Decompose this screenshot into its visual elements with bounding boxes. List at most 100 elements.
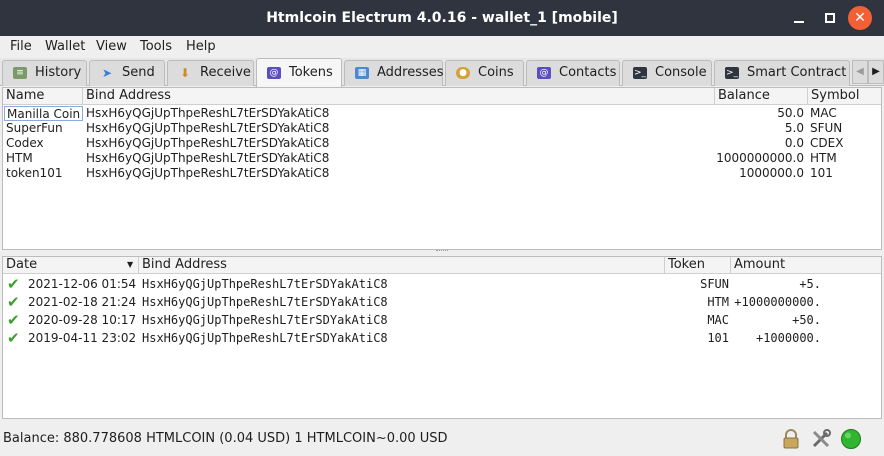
- tab-label: Receive: [200, 65, 251, 80]
- close-button[interactable]: ✕: [848, 6, 872, 30]
- history-bind-address: HsxH6yQGjUpThpeReshL7tErSDYakAtiC8: [142, 313, 388, 327]
- token-bind-address: HsxH6yQGjUpThpeReshL7tErSDYakAtiC8: [86, 166, 330, 180]
- tokens-icon: @: [267, 67, 281, 79]
- console-icon: >_: [633, 67, 647, 79]
- coins-icon: ●: [456, 67, 470, 79]
- token-name: Manilla Coin: [4, 106, 83, 121]
- confirmed-check-icon: ✔: [7, 293, 20, 311]
- history-amount: +1000000.: [755, 331, 821, 345]
- window-title: Htmlcoin Electrum 4.0.16 - wallet_1 [mob…: [266, 10, 618, 26]
- history-bind-address: HsxH6yQGjUpThpeReshL7tErSDYakAtiC8: [142, 277, 388, 291]
- addresses-icon: ▦: [355, 67, 369, 79]
- table-row[interactable]: HTM HsxH6yQGjUpThpeReshL7tErSDYakAtiC8 1…: [3, 151, 881, 166]
- column-header-symbol[interactable]: Symbol: [808, 88, 881, 105]
- table-row[interactable]: Codex HsxH6yQGjUpThpeReshL7tErSDYakAtiC8…: [3, 136, 881, 151]
- history-date: 2019-04-11 23:02: [28, 331, 137, 345]
- tab-console[interactable]: >_ Console: [622, 60, 712, 86]
- token-history-table: Date ▼ Bind Address Token Amount ✔ 2021-…: [2, 256, 882, 419]
- history-token: 101: [707, 331, 729, 345]
- tab-label: Tokens: [289, 65, 333, 80]
- token-balance: 1000000.0: [739, 166, 804, 180]
- tab-label: Smart Contract: [747, 65, 847, 80]
- maximize-icon: [825, 13, 835, 23]
- tab-contacts[interactable]: @ Contacts: [526, 60, 620, 86]
- history-table-header: Date ▼ Bind Address Token Amount: [3, 257, 881, 274]
- tab-scroll-left-button[interactable]: ◀: [852, 60, 868, 84]
- column-header-amount[interactable]: Amount: [731, 257, 881, 274]
- network-status-icon[interactable]: [840, 428, 862, 450]
- token-balance: 50.0: [777, 106, 804, 120]
- tab-label: Coins: [478, 65, 514, 80]
- token-name: Codex: [6, 136, 44, 150]
- menu-tools[interactable]: Tools: [140, 39, 172, 54]
- preferences-tools-icon[interactable]: [810, 428, 832, 450]
- tokens-table-header: Name Bind Address Balance Symbol: [3, 88, 881, 105]
- column-header-date[interactable]: Date ▼: [3, 257, 139, 274]
- tab-label: Addresses: [377, 65, 444, 80]
- column-header-bind-address[interactable]: Bind Address: [139, 257, 665, 274]
- minimize-icon: [794, 21, 804, 23]
- lock-icon[interactable]: [780, 428, 802, 450]
- history-token: MAC: [707, 313, 729, 327]
- tab-coins[interactable]: ● Coins: [445, 60, 524, 86]
- column-header-name[interactable]: Name: [3, 88, 83, 105]
- tab-addresses[interactable]: ▦ Addresses: [344, 60, 444, 86]
- menu-view[interactable]: View: [96, 39, 127, 54]
- column-header-bind-address[interactable]: Bind Address: [83, 88, 715, 105]
- token-symbol: HTM: [810, 151, 837, 165]
- smart-contract-icon: >_: [725, 67, 739, 79]
- confirmed-check-icon: ✔: [7, 275, 20, 293]
- splitter-handle[interactable]: [436, 250, 448, 254]
- tab-receive[interactable]: ⬇ Receive: [167, 60, 254, 86]
- maximize-button[interactable]: [819, 7, 841, 29]
- table-row[interactable]: ✔ 2019-04-11 23:02 HsxH6yQGjUpThpeReshL7…: [3, 330, 881, 348]
- table-row[interactable]: ✔ 2021-12-06 01:54 HsxH6yQGjUpThpeReshL7…: [3, 276, 881, 294]
- token-balance: 1000000000.0: [716, 151, 804, 165]
- tab-history[interactable]: ≡ History: [2, 60, 87, 86]
- column-header-balance[interactable]: Balance: [715, 88, 808, 105]
- history-icon: ≡: [13, 67, 27, 79]
- menu-bar: File Wallet View Tools Help: [0, 36, 884, 58]
- history-amount: +1000000000.: [734, 295, 821, 309]
- menu-wallet[interactable]: Wallet: [45, 39, 85, 54]
- column-header-token[interactable]: Token: [665, 257, 731, 274]
- token-bind-address: HsxH6yQGjUpThpeReshL7tErSDYakAtiC8: [86, 151, 330, 165]
- status-bar: Balance: 880.778608 HTMLCOIN (0.04 USD) …: [0, 420, 884, 456]
- history-amount: +50.: [792, 313, 821, 327]
- table-row[interactable]: ✔ 2021-02-18 21:24 HsxH6yQGjUpThpeReshL7…: [3, 294, 881, 312]
- history-date: 2020-09-28 10:17: [28, 313, 137, 327]
- tokens-table: Name Bind Address Balance Symbol Manilla…: [2, 87, 882, 250]
- token-name: SuperFun: [6, 121, 63, 135]
- minimize-button[interactable]: [788, 7, 810, 29]
- token-bind-address: HsxH6yQGjUpThpeReshL7tErSDYakAtiC8: [86, 121, 330, 135]
- tab-smart-contract[interactable]: >_ Smart Contract: [714, 60, 850, 86]
- token-balance: 5.0: [784, 121, 804, 135]
- tab-label: Contacts: [559, 65, 617, 80]
- title-bar: Htmlcoin Electrum 4.0.16 - wallet_1 [mob…: [0, 0, 884, 36]
- tab-send[interactable]: ➤ Send: [89, 60, 165, 86]
- history-date: 2021-02-18 21:24: [28, 295, 137, 309]
- confirmed-check-icon: ✔: [7, 311, 20, 329]
- tab-label: Console: [655, 65, 707, 80]
- contacts-icon: @: [537, 67, 551, 79]
- balance-status: Balance: 880.778608 HTMLCOIN (0.04 USD) …: [3, 431, 448, 446]
- tab-bar: ≡ History ➤ Send ⬇ Receive @ Tokens ▦ Ad…: [0, 58, 884, 87]
- table-row[interactable]: ✔ 2020-09-28 10:17 HsxH6yQGjUpThpeReshL7…: [3, 312, 881, 330]
- token-name: HTM: [6, 151, 33, 165]
- send-icon: ➤: [101, 66, 113, 80]
- token-symbol: CDEX: [810, 136, 844, 150]
- tab-label: Send: [122, 65, 155, 80]
- receive-icon: ⬇: [179, 66, 191, 80]
- tab-tokens[interactable]: @ Tokens: [256, 58, 342, 87]
- table-row[interactable]: SuperFun HsxH6yQGjUpThpeReshL7tErSDYakAt…: [3, 121, 881, 136]
- menu-file[interactable]: File: [10, 39, 32, 54]
- history-amount: +5.: [799, 277, 821, 291]
- menu-help[interactable]: Help: [186, 39, 216, 54]
- table-row[interactable]: token101 HsxH6yQGjUpThpeReshL7tErSDYakAt…: [3, 166, 881, 181]
- chevron-right-icon: ▶: [872, 66, 880, 77]
- token-bind-address: HsxH6yQGjUpThpeReshL7tErSDYakAtiC8: [86, 106, 330, 120]
- table-row[interactable]: Manilla Coin HsxH6yQGjUpThpeReshL7tErSDY…: [3, 106, 881, 121]
- token-balance: 0.0: [784, 136, 804, 150]
- tab-scroll-right-button[interactable]: ▶: [868, 60, 884, 84]
- chevron-left-icon: ◀: [856, 66, 864, 77]
